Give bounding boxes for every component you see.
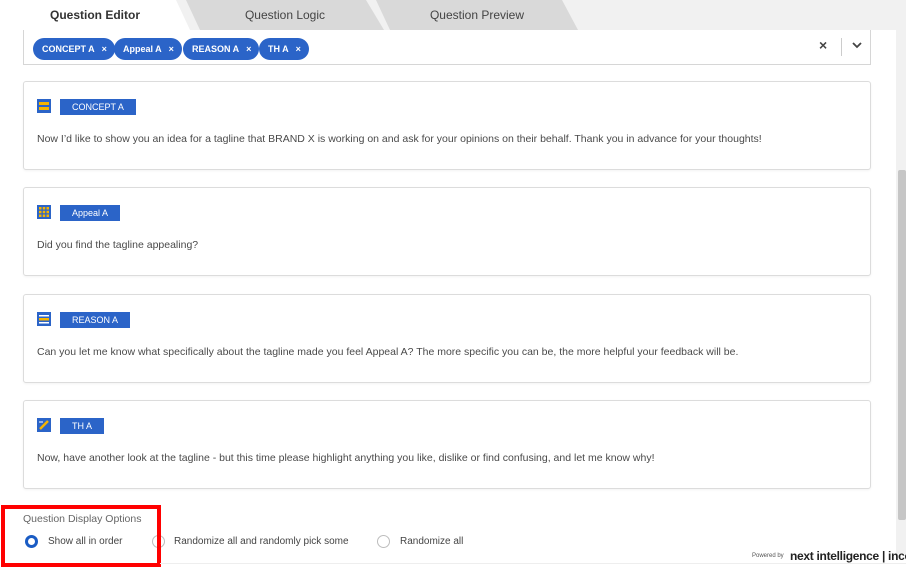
powered-by-label: Powered by	[752, 553, 784, 559]
text-block-icon	[37, 99, 51, 113]
question-card-th-a[interactable]: TH A Now, have another look at the tagli…	[23, 400, 871, 489]
radio-randomize-all[interactable]	[377, 535, 390, 548]
tab-question-editor[interactable]: Question Editor	[0, 0, 190, 30]
chip-remove-icon[interactable]: ×	[169, 44, 174, 54]
tab-question-logic[interactable]: Question Logic	[186, 0, 384, 30]
annotation-highlight-box	[1, 505, 161, 567]
question-tag: REASON A	[60, 312, 131, 328]
question-text: Did you find the tagline appealing?	[37, 239, 199, 251]
question-card-reason-a[interactable]: REASON A Can you let me know what specif…	[23, 294, 871, 383]
question-text: Can you let me know what specifically ab…	[37, 346, 739, 358]
chip-remove-icon[interactable]: ×	[246, 44, 251, 54]
chip-remove-icon[interactable]: ×	[296, 44, 301, 54]
chip-concept-a: CONCEPT A ×	[33, 38, 115, 60]
question-tag: CONCEPT A	[60, 99, 136, 115]
clear-all-icon[interactable]: ×	[819, 37, 833, 55]
chip-label: REASON A	[192, 44, 240, 54]
grid-icon	[37, 205, 51, 219]
question-tag: TH A	[60, 418, 105, 434]
brand-logo: next intelligence | inco	[790, 549, 906, 563]
question-tag-select[interactable]: CONCEPT A × Appeal A × REASON A × TH A ×…	[23, 30, 871, 65]
chip-label: Appeal A	[123, 44, 162, 54]
chevron-down-icon[interactable]	[850, 36, 864, 54]
chip-reason-a: REASON A ×	[183, 38, 260, 60]
radio-label[interactable]: Randomize all and randomly pick some	[174, 536, 349, 547]
chip-appeal-a: Appeal A ×	[114, 38, 182, 60]
open-text-icon	[37, 312, 51, 326]
tab-bar: Question Editor Question Logic Question …	[0, 0, 906, 30]
tab-question-preview[interactable]: Question Preview	[376, 0, 578, 30]
divider	[841, 38, 842, 56]
chip-th-a: TH A ×	[259, 38, 309, 60]
question-card-appeal-a[interactable]: Appeal A Did you find the tagline appeal…	[23, 187, 871, 276]
radio-label[interactable]: Randomize all	[400, 536, 463, 547]
question-tag: Appeal A	[60, 205, 121, 221]
question-text: Now I’d like to show you an idea for a t…	[37, 133, 762, 145]
chip-label: CONCEPT A	[42, 44, 95, 54]
chip-remove-icon[interactable]: ×	[102, 44, 107, 54]
chip-label: TH A	[268, 44, 289, 54]
footer-divider	[160, 563, 906, 564]
question-text: Now, have another look at the tagline - …	[37, 452, 655, 464]
scrollbar-thumb[interactable]	[898, 170, 906, 520]
question-card-concept-a[interactable]: CONCEPT A Now I’d like to show you an id…	[23, 81, 871, 170]
highlighter-icon	[37, 418, 51, 432]
